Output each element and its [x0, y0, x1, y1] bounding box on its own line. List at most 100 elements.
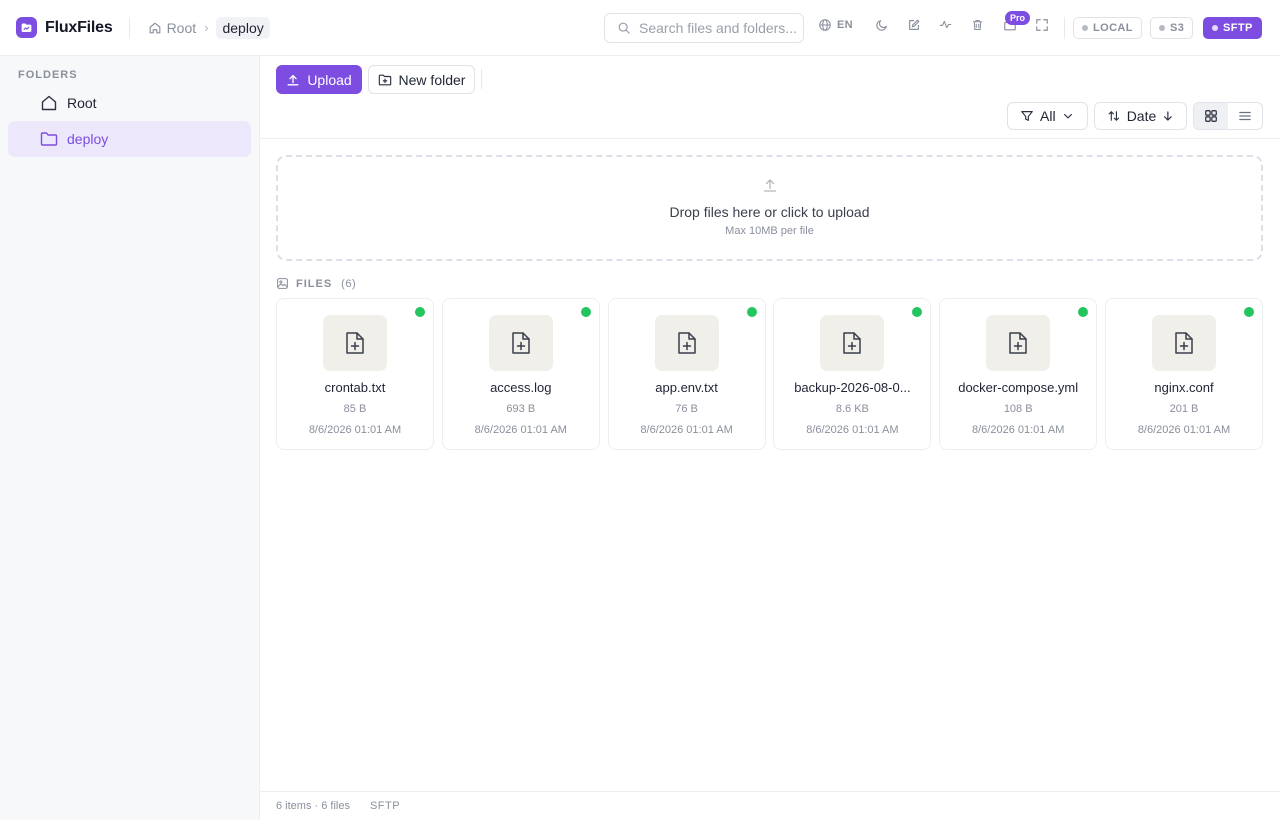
file-card[interactable]: nginx.conf 201 B 8/6/2026 01:01 AM: [1105, 298, 1263, 450]
fullscreen-button[interactable]: [1035, 18, 1049, 32]
globe-icon: [819, 19, 831, 31]
home-icon: [41, 95, 57, 111]
top-bar: FluxFiles Root › deploy EN Pro LOCAL: [0, 0, 1280, 56]
file-icon: [1175, 332, 1193, 354]
sidebar: FOLDERS Root deploy: [0, 56, 260, 820]
sync-status-dot: [1078, 307, 1089, 317]
type-filter-value: All: [1040, 108, 1056, 124]
grid-icon: [1205, 110, 1217, 122]
grid-view-button[interactable]: [1194, 103, 1228, 129]
storage-s3-button[interactable]: S3: [1150, 17, 1194, 39]
status-bar: 6 items · 6 files SFTP: [260, 791, 1280, 820]
file-card[interactable]: docker-compose.yml 108 B 8/6/2026 01:01 AM: [939, 298, 1098, 450]
language-button[interactable]: EN: [818, 18, 853, 32]
image-icon: [277, 278, 288, 289]
pro-badge: Pro: [1005, 11, 1031, 25]
file-card[interactable]: crontab.txt 85 B 8/6/2026 01:01 AM: [276, 298, 434, 450]
storage-local-button[interactable]: LOCAL: [1073, 17, 1142, 39]
files-section-header: FILES (6): [276, 277, 356, 290]
file-thumbnail: [820, 315, 885, 371]
file-date: 8/6/2026 01:01 AM: [474, 424, 567, 436]
file-name: crontab.txt: [324, 380, 386, 395]
upload-label: Upload: [307, 71, 352, 88]
storage-s3-dot: [1159, 25, 1165, 31]
sidebar-item-deploy[interactable]: deploy: [8, 121, 251, 157]
app-logo-icon: [16, 17, 37, 38]
theme-toggle-button[interactable]: [875, 18, 889, 32]
upload-dropzone[interactable]: Drop files here or click to upload Max 1…: [276, 155, 1263, 261]
activity-icon: [939, 20, 952, 29]
file-icon: [512, 332, 530, 354]
moon-icon: [876, 20, 887, 31]
header-divider-right: [1064, 17, 1065, 39]
upload-button[interactable]: Upload: [276, 65, 362, 94]
file-name: app.env.txt: [655, 380, 718, 395]
home-icon: [149, 22, 160, 33]
header-divider: [128, 16, 130, 39]
file-date: 8/6/2026 01:01 AM: [640, 424, 733, 436]
activity-button[interactable]: [939, 18, 952, 31]
breadcrumb-root-label: Root: [166, 19, 197, 36]
trash-icon: [973, 20, 982, 30]
file-name: docker-compose.yml: [958, 380, 1079, 395]
breadcrumb-current[interactable]: deploy: [216, 16, 270, 39]
sync-status-dot: [415, 307, 425, 317]
sidebar-item-root[interactable]: Root: [8, 85, 251, 121]
new-folder-label: New folder: [398, 71, 466, 88]
file-icon: [843, 332, 862, 354]
storage-sftp-label: SFTP: [1223, 22, 1253, 34]
language-label: EN: [837, 19, 853, 31]
storage-local-label: LOCAL: [1093, 22, 1133, 34]
file-thumbnail: [323, 315, 387, 371]
sort-dropdown[interactable]: Date: [1094, 102, 1187, 130]
type-filter-dropdown[interactable]: All: [1007, 102, 1088, 130]
brand[interactable]: FluxFiles: [16, 17, 113, 38]
storage-sftp-button[interactable]: SFTP: [1203, 17, 1262, 39]
chevron-down-icon: [1063, 113, 1072, 119]
status-summary: 6 items · 6 files: [276, 800, 350, 812]
view-toggle: [1193, 102, 1263, 130]
file-date: 8/6/2026 01:01 AM: [972, 424, 1065, 436]
storage-local-dot: [1082, 25, 1088, 31]
sync-status-dot: [746, 307, 757, 317]
file-date: 8/6/2026 01:01 AM: [1137, 424, 1231, 436]
sync-status-dot: [580, 307, 591, 317]
search-box[interactable]: [604, 13, 804, 43]
file-name: backup-2026-08-0...: [794, 380, 911, 395]
dropzone-title: Drop files here or click to upload: [669, 204, 870, 220]
file-size: 693 B: [506, 403, 536, 415]
file-size: 85 B: [343, 403, 367, 415]
edit-button[interactable]: [907, 18, 921, 32]
sync-status-dot: [912, 307, 923, 317]
file-size: 201 B: [1169, 403, 1199, 415]
search-input[interactable]: [639, 20, 799, 36]
file-card[interactable]: app.env.txt 76 B 8/6/2026 01:01 AM: [607, 298, 766, 450]
files-count: (6): [341, 277, 357, 290]
search-icon: [618, 22, 630, 34]
status-storage-mode: SFTP: [369, 800, 401, 812]
file-thumbnail: [654, 315, 719, 371]
trash-button[interactable]: [971, 18, 984, 32]
file-size: 108 B: [1003, 403, 1033, 415]
file-icon: [1009, 332, 1027, 354]
folder-plus-icon: [378, 74, 391, 85]
storage-s3-label: S3: [1170, 22, 1185, 34]
sort-value: Date: [1126, 108, 1157, 124]
sync-status-dot: [1244, 307, 1254, 317]
file-icon: [346, 332, 364, 354]
file-card[interactable]: access.log 693 B 8/6/2026 01:01 AM: [441, 298, 600, 450]
new-folder-button[interactable]: New folder: [368, 65, 475, 94]
sort-icon: [1108, 111, 1120, 121]
file-card[interactable]: backup-2026-08-0... 8.6 KB 8/6/2026 01:01 …: [773, 298, 932, 450]
file-size: 8.6 KB: [835, 403, 869, 415]
file-thumbnail: [488, 315, 553, 371]
filter-icon: [1021, 111, 1033, 121]
file-name: nginx.conf: [1154, 380, 1214, 395]
list-view-button[interactable]: [1228, 103, 1262, 129]
upload-icon: [287, 74, 299, 85]
file-name: access.log: [490, 380, 552, 395]
breadcrumb: Root › deploy: [148, 16, 270, 39]
list-icon: [1239, 111, 1251, 121]
breadcrumb-root[interactable]: Root: [148, 19, 197, 36]
toolbar-bottom-divider: [260, 138, 1280, 139]
